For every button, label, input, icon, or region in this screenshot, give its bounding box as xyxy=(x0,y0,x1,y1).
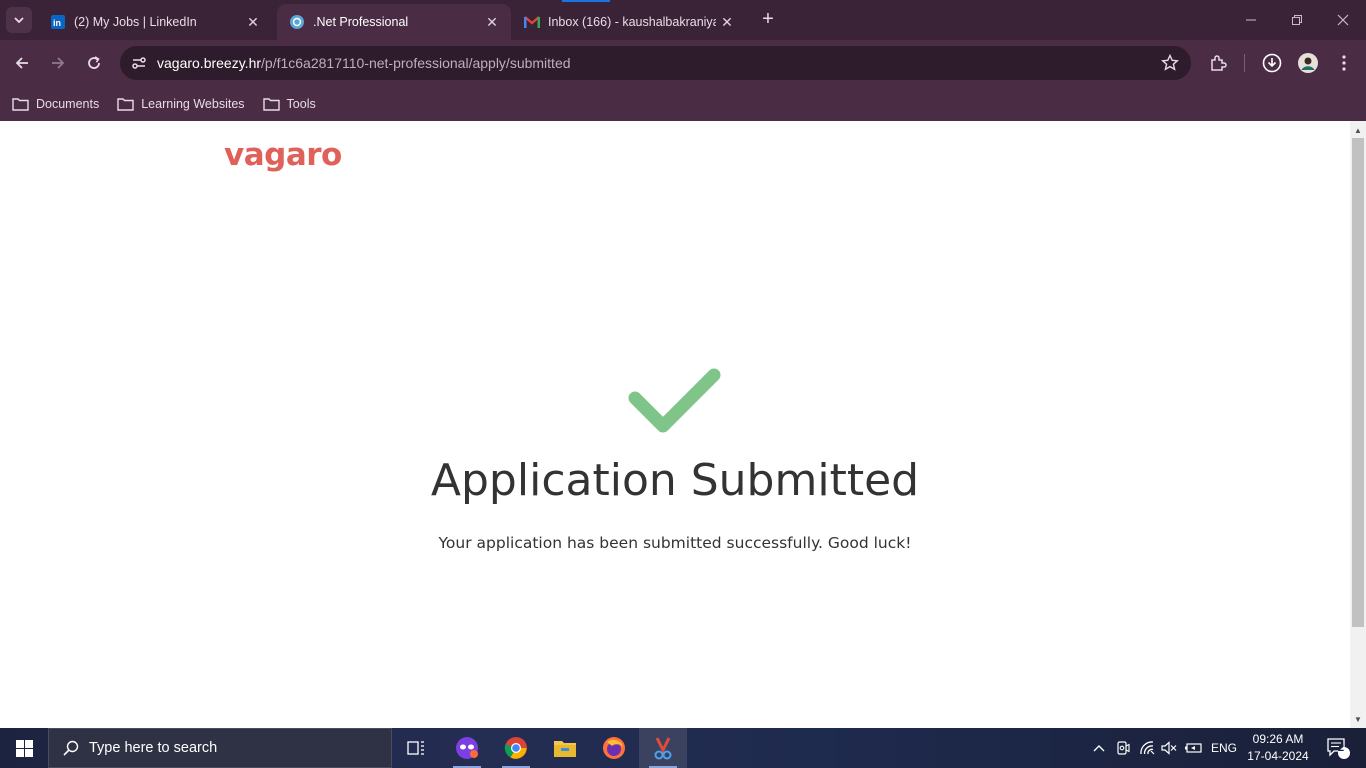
tab-title: (2) My Jobs | LinkedIn xyxy=(74,15,197,29)
chevron-up-icon xyxy=(1093,745,1105,752)
extensions-button[interactable] xyxy=(1204,49,1232,77)
avatar-icon xyxy=(1298,53,1318,73)
success-message: Your application has been submitted succ… xyxy=(438,534,912,552)
camera-icon xyxy=(1117,741,1130,755)
svg-text:in: in xyxy=(53,18,61,28)
wifi-icon xyxy=(1140,741,1155,755)
tab-net-professional[interactable]: .Net Professional ✕ xyxy=(277,4,511,40)
bookmark-folder-tools[interactable]: Tools xyxy=(262,96,316,111)
minimize-icon xyxy=(1246,19,1256,21)
minimize-button[interactable] xyxy=(1228,6,1274,34)
taskbar-app-firefox[interactable] xyxy=(590,728,638,768)
url-host: vagaro.breezy.hr xyxy=(157,55,262,71)
chevron-down-icon xyxy=(14,17,24,24)
arrow-left-icon xyxy=(15,57,28,69)
close-window-button[interactable] xyxy=(1320,6,1366,34)
browser-toolbar: vagaro.breezy.hr/p/f1c6a2817110-net-prof… xyxy=(0,40,1366,86)
folder-icon xyxy=(12,97,29,111)
firefox-icon xyxy=(603,737,625,759)
vagaro-logo[interactable]: vagaro xyxy=(224,137,342,173)
page-content: vagaro Application Submitted Your applic… xyxy=(0,121,1350,728)
bookmark-label: Learning Websites xyxy=(141,96,245,111)
taskbar-app-file-explorer[interactable] xyxy=(541,728,589,768)
downloads-button[interactable] xyxy=(1258,49,1286,77)
linkedin-icon: in xyxy=(50,14,66,30)
taskbar-app-chrome[interactable] xyxy=(492,728,540,768)
loading-indicator xyxy=(562,0,610,2)
volume-muted-icon xyxy=(1161,741,1177,755)
windows-icon xyxy=(15,739,33,757)
close-icon[interactable]: ✕ xyxy=(481,11,503,33)
bookmark-folder-learning-websites[interactable]: Learning Websites xyxy=(117,96,245,111)
page-title: Application Submitted xyxy=(430,455,920,506)
tab-linkedin[interactable]: in (2) My Jobs | LinkedIn ✕ xyxy=(38,4,272,40)
tab-strip: in (2) My Jobs | LinkedIn ✕ .Net Profess… xyxy=(0,0,1366,40)
tab-title: .Net Professional xyxy=(313,15,409,29)
task-view-button[interactable] xyxy=(392,728,440,768)
taskbar-clock[interactable]: 09:26 AM 17-04-2024 xyxy=(1240,731,1316,765)
show-hidden-icons-button[interactable] xyxy=(1088,728,1110,768)
folder-icon xyxy=(554,741,576,757)
folder-icon xyxy=(262,97,280,111)
taskbar-search-box[interactable]: Type here to search xyxy=(48,728,392,768)
more-vertical-icon xyxy=(1342,55,1346,71)
gmail-icon xyxy=(524,14,540,30)
url-text[interactable]: vagaro.breezy.hr/p/f1c6a2817110-net-prof… xyxy=(157,55,571,71)
battery-icon xyxy=(1185,743,1202,753)
browser-chrome: in (2) My Jobs | LinkedIn ✕ .Net Profess… xyxy=(0,0,1366,121)
search-placeholder: Type here to search xyxy=(89,740,218,756)
checkmark-icon xyxy=(628,368,721,433)
restore-button[interactable] xyxy=(1274,6,1320,34)
bookmark-star-icon[interactable] xyxy=(1161,53,1179,77)
start-button[interactable] xyxy=(0,728,48,768)
close-icon[interactable]: ✕ xyxy=(716,11,738,33)
profile-avatar[interactable] xyxy=(1294,49,1322,77)
clock-date: 17-04-2024 xyxy=(1247,749,1309,763)
menu-button[interactable] xyxy=(1330,49,1358,77)
camera-tray-button[interactable] xyxy=(1112,728,1134,768)
new-tab-button[interactable]: + xyxy=(756,8,780,32)
scrollbar-thumb[interactable] xyxy=(1352,138,1364,627)
bookmark-label: Documents xyxy=(36,96,100,111)
tab-search-button[interactable] xyxy=(6,7,32,33)
tab-gmail[interactable]: Inbox (166) - kaushalbakraniya5 ✕ xyxy=(512,4,746,40)
notification-center-button[interactable]: 2 xyxy=(1318,728,1358,768)
close-icon[interactable]: ✕ xyxy=(242,11,264,33)
notification-count-badge: 2 xyxy=(1337,742,1345,754)
toolbar-divider xyxy=(1244,54,1245,72)
clock-time: 09:26 AM xyxy=(1252,732,1304,746)
restore-icon xyxy=(1292,15,1302,25)
taskbar-app-mask[interactable] xyxy=(443,728,491,768)
arrow-right-icon xyxy=(52,57,65,69)
reload-button[interactable] xyxy=(80,49,108,77)
url-path: /p/f1c6a2817110-net-professional/apply/s… xyxy=(261,55,571,71)
breezy-icon xyxy=(289,14,305,30)
bookmarks-bar: Documents Learning Websites Tools xyxy=(0,86,1366,121)
windows-taskbar: Type here to search ENG 09:26 AM 17-04-2… xyxy=(0,728,1366,768)
folder-icon xyxy=(117,97,134,111)
back-button[interactable] xyxy=(8,49,36,77)
scroll-down-arrow[interactable]: ▼ xyxy=(1350,711,1366,727)
volume-tray-button[interactable] xyxy=(1158,728,1180,768)
download-icon xyxy=(1262,53,1282,73)
snipping-tool-icon xyxy=(654,737,672,760)
forward-button[interactable] xyxy=(44,49,72,77)
reload-icon xyxy=(88,56,100,69)
battery-tray-button[interactable] xyxy=(1182,728,1206,768)
scroll-up-arrow[interactable]: ▲ xyxy=(1350,122,1366,138)
close-icon xyxy=(1337,14,1349,26)
mask-app-icon xyxy=(456,737,478,759)
puzzle-icon xyxy=(1211,55,1227,71)
input-language-indicator[interactable]: ENG xyxy=(1208,728,1240,768)
address-bar[interactable]: vagaro.breezy.hr/p/f1c6a2817110-net-prof… xyxy=(120,46,1191,80)
chrome-icon xyxy=(504,737,527,759)
tab-title: Inbox (166) - kaushalbakraniya5 xyxy=(548,15,716,29)
task-view-icon xyxy=(407,741,424,755)
bookmark-label: Tools xyxy=(286,96,316,111)
site-settings-icon[interactable] xyxy=(122,46,156,80)
bookmark-folder-documents[interactable]: Documents xyxy=(12,97,99,111)
search-icon xyxy=(63,740,79,756)
network-tray-button[interactable] xyxy=(1136,728,1158,768)
taskbar-app-snipping[interactable] xyxy=(639,728,687,768)
